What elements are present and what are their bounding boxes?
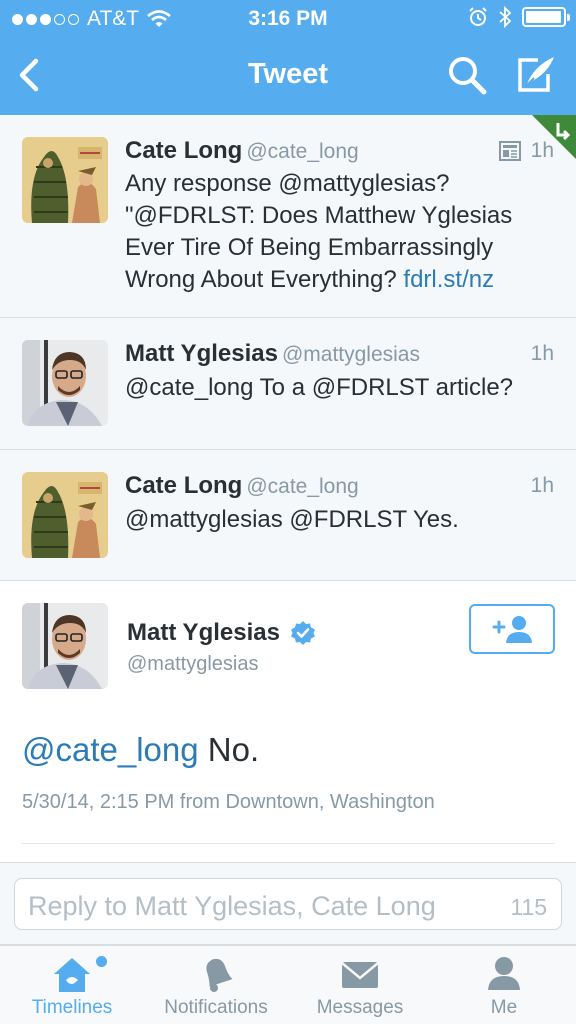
tweet-link[interactable]: fdrl.st/nz xyxy=(403,266,494,293)
tweet-text: Any response @mattyglesias? "@FDRLST: Do… xyxy=(125,168,545,296)
avatar[interactable] xyxy=(22,340,108,426)
tweet-text: @mattyglesias @FDRLST Yes. xyxy=(125,506,459,533)
search-icon[interactable] xyxy=(446,54,488,96)
conversation-list: Cate Long @cate_long 1h Any response @mat… xyxy=(0,115,576,581)
tab-me[interactable]: Me xyxy=(432,946,576,1024)
avatar[interactable] xyxy=(22,603,108,689)
tweet-item[interactable]: Cate Long @cate_long 1h @mattyglesias @FD… xyxy=(0,450,576,581)
character-count: 115 xyxy=(510,894,547,920)
avatar[interactable] xyxy=(22,472,108,558)
envelope-icon xyxy=(341,962,379,988)
matt-yglesias-avatar-image xyxy=(22,340,108,426)
tab-label: Notifications xyxy=(164,997,268,1018)
home-icon xyxy=(54,958,90,992)
person-icon xyxy=(488,957,520,990)
battery-icon xyxy=(522,7,570,27)
tweet-time: 1h xyxy=(530,139,554,162)
tweet-time: 1h xyxy=(530,342,554,365)
tweet-author[interactable]: Cate Long @cate_long xyxy=(125,472,359,500)
author-handle: @cate_long xyxy=(246,475,359,498)
focused-author-handle[interactable]: @mattyglesias xyxy=(127,653,258,676)
author-name: Cate Long xyxy=(125,472,243,499)
cate-long-avatar-image xyxy=(22,472,108,558)
tweet-time: 1h xyxy=(530,474,554,497)
tab-notifications[interactable]: Notifications xyxy=(144,946,288,1024)
tweet-meta: 1h xyxy=(498,139,554,163)
focused-tweet-text: @cate_long No. xyxy=(22,731,259,769)
nav-title: Tweet xyxy=(247,58,329,90)
tab-bar: Timelines Notifications Messages Me xyxy=(0,945,576,1024)
bell-icon xyxy=(206,958,233,992)
add-user-icon xyxy=(492,616,532,643)
tweet-author[interactable]: Matt Yglesias @mattyglesias xyxy=(125,340,420,368)
tab-label: Messages xyxy=(316,997,404,1018)
focused-author-name[interactable]: Matt Yglesias xyxy=(127,619,316,647)
author-handle: @cate_long xyxy=(246,140,359,163)
focused-tweet-body: No. xyxy=(207,731,260,768)
bluetooth-icon xyxy=(499,6,512,28)
tab-label: Me xyxy=(490,997,518,1018)
alarm-icon xyxy=(469,7,487,26)
mention-link[interactable]: @cate_long xyxy=(22,731,199,768)
reply-bar: Reply to Matt Yglesias, Cate Long 115 xyxy=(0,863,576,945)
reply-input[interactable]: Reply to Matt Yglesias, Cate Long 115 xyxy=(14,878,562,930)
status-bar: AT&T 3:16 PM xyxy=(0,0,576,36)
tab-messages[interactable]: Messages xyxy=(288,946,432,1024)
status-right xyxy=(468,6,570,28)
cate-long-avatar-image xyxy=(22,137,108,223)
summary-card-icon xyxy=(498,141,521,161)
focused-tweet: Matt Yglesias @mattyglesias @cate_long N… xyxy=(0,581,576,863)
author-name: Cate Long xyxy=(125,137,243,164)
compose-icon[interactable] xyxy=(512,52,558,98)
matt-yglesias-avatar-image xyxy=(22,603,108,689)
author-handle: @mattyglesias xyxy=(281,343,420,366)
tab-label: Timelines xyxy=(31,997,113,1018)
author-name: Matt Yglesias xyxy=(127,619,280,646)
reply-placeholder: Reply to Matt Yglesias, Cate Long xyxy=(28,891,436,921)
top-bar: AT&T 3:16 PM Tweet xyxy=(0,0,576,115)
nav-bar: Tweet xyxy=(0,36,576,115)
new-tweets-dot xyxy=(96,956,107,967)
tweet-text: @cate_long To a @FDRLST article? xyxy=(125,374,514,401)
tweet-meta: 1h xyxy=(531,474,554,498)
tweet-meta: 1h xyxy=(531,342,554,366)
tweet-timestamp-location: 5/30/14, 2:15 PM from Downtown, Washingt… xyxy=(22,791,435,813)
follow-button[interactable] xyxy=(469,604,555,654)
verified-badge-icon xyxy=(290,621,315,645)
tweet-item[interactable]: Matt Yglesias @mattyglesias 1h @cate_long… xyxy=(0,318,576,450)
avatar[interactable] xyxy=(22,137,108,223)
author-name: Matt Yglesias xyxy=(125,340,278,367)
tweet-item[interactable]: Cate Long @cate_long 1h Any response @mat… xyxy=(0,115,576,318)
divider xyxy=(22,843,554,844)
tab-timelines[interactable]: Timelines xyxy=(0,946,144,1024)
tweet-author[interactable]: Cate Long @cate_long xyxy=(125,137,359,165)
